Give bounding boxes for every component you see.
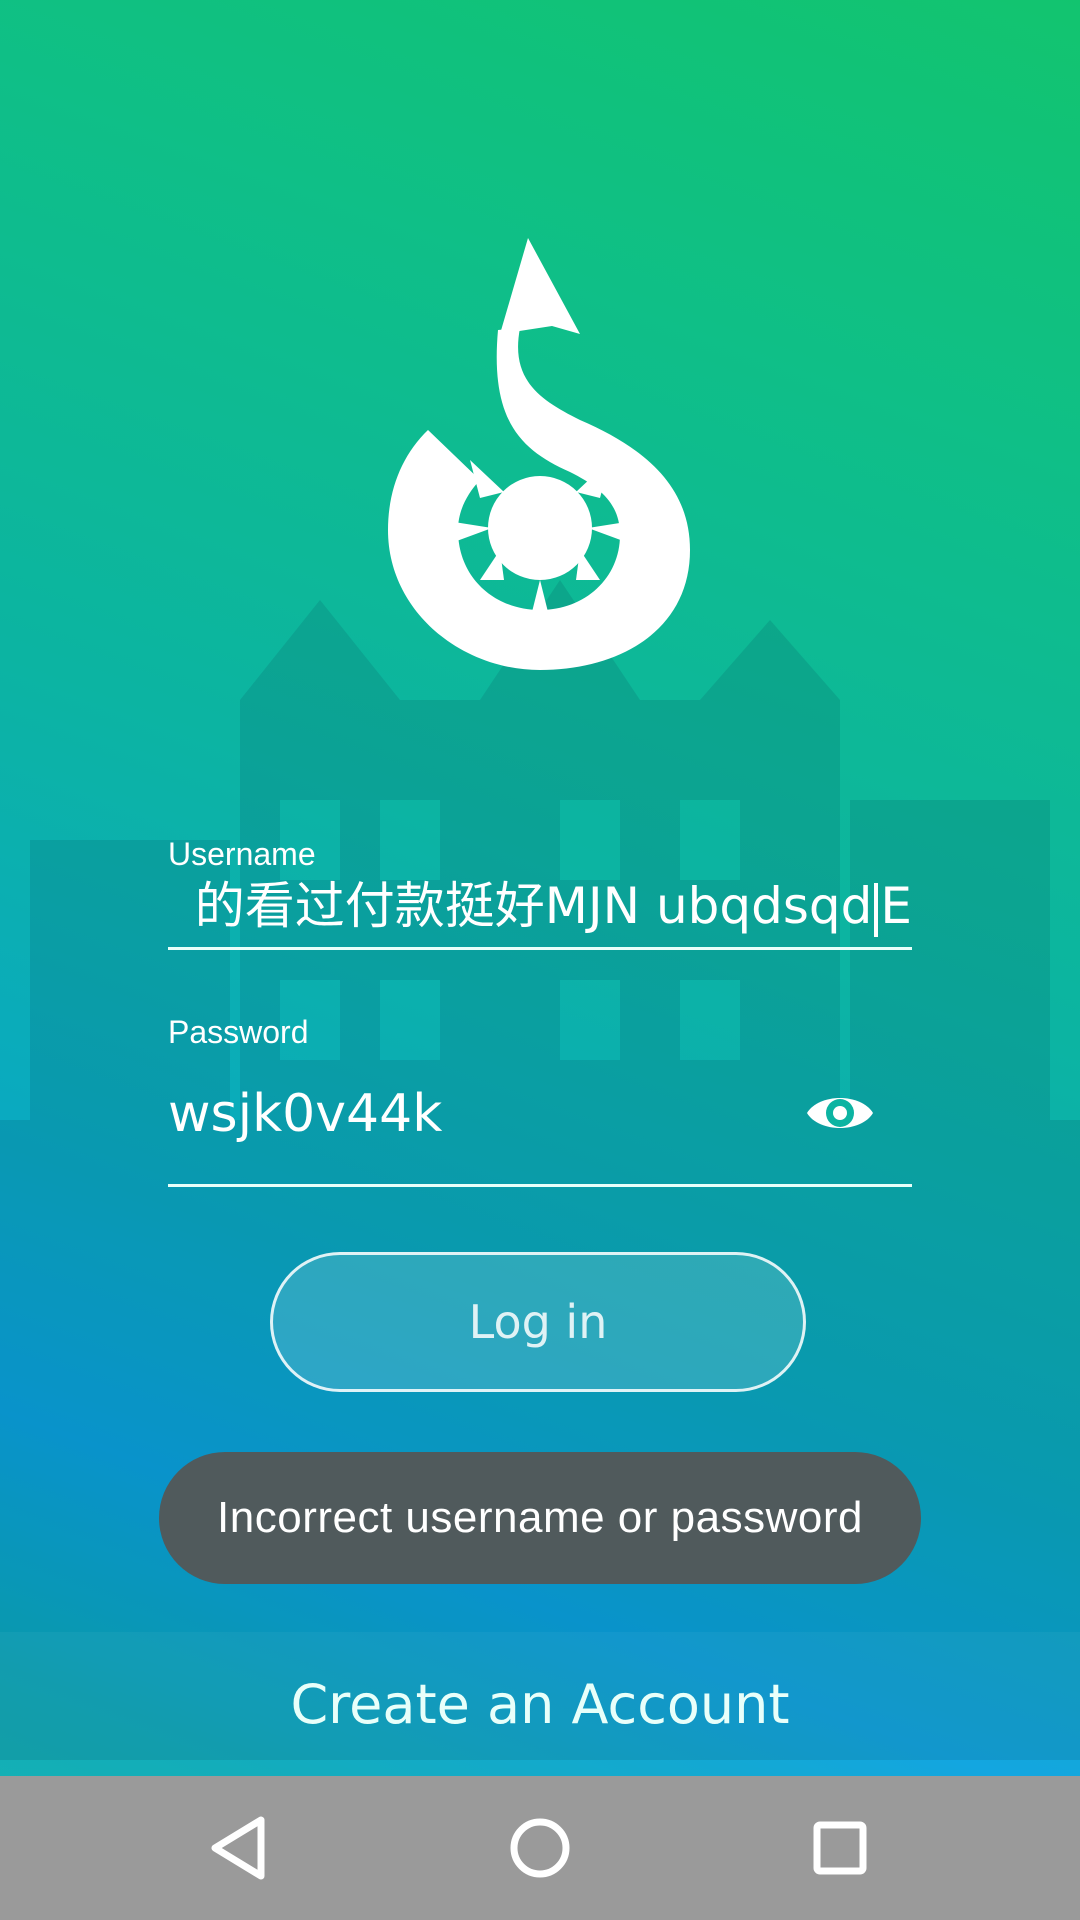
error-toast: Incorrect username or password [159, 1452, 921, 1584]
recents-square-icon[interactable] [790, 1798, 890, 1898]
error-toast-message: Incorrect username or password [217, 1493, 863, 1542]
login-button-label: Log in [468, 1295, 608, 1349]
username-label: Username [168, 836, 316, 872]
username-input-text: 的看过付款挺好MJN ubqdsqd [194, 877, 873, 935]
home-circle-icon[interactable] [490, 1798, 590, 1898]
back-triangle-icon[interactable] [191, 1798, 291, 1898]
username-input[interactable]: 的看过付款挺好MJN ubqdsqd E [168, 874, 912, 938]
commons-logo-icon [388, 238, 690, 670]
system-navigation-bar [0, 1776, 1080, 1920]
password-underline [168, 1184, 912, 1187]
login-button[interactable]: Log in [270, 1252, 806, 1392]
username-input-text-tail: E [880, 877, 912, 935]
password-label: Password [168, 1014, 309, 1050]
password-input[interactable]: wsjk0v44k [168, 1082, 442, 1146]
username-underline [168, 947, 912, 950]
create-account-button[interactable]: Create an Account [0, 1632, 1080, 1776]
text-caret [874, 882, 879, 937]
login-screen: Username 的看过付款挺好MJN ubqdsqd E Password ws… [0, 0, 1080, 1920]
create-account-label: Create an Account [290, 1672, 790, 1736]
eye-icon[interactable] [805, 1085, 875, 1141]
